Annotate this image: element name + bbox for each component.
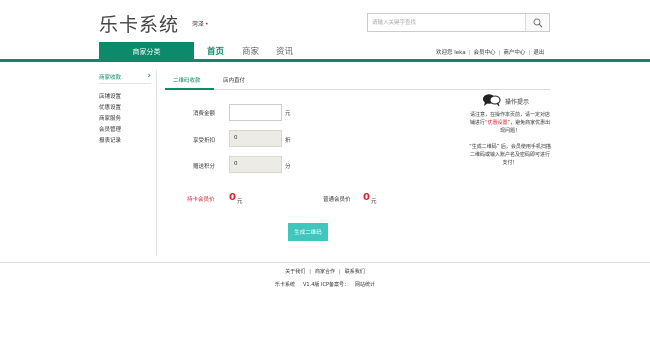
footer-stats-link[interactable]: 网站统计 <box>355 282 375 288</box>
footer-divider <box>0 262 650 263</box>
sidebar-heading[interactable]: 商家收款 › <box>99 70 151 84</box>
tips-paragraph-2: “生成二维码” 后，会员使用手机扫描二维码或输入账户名及密码即可进行支付！ <box>469 144 551 166</box>
discount-label: 享受折扣 <box>193 138 216 144</box>
card-member-price-value: 0 <box>229 192 236 203</box>
nav-divider <box>0 59 650 62</box>
footer-separator: | <box>309 269 311 275</box>
search-button[interactable] <box>525 14 549 31</box>
search-icon <box>533 18 542 27</box>
nav-news[interactable]: 资讯 <box>276 45 293 57</box>
city-selector[interactable]: 菏泽• <box>192 19 209 28</box>
amount-input[interactable] <box>229 104 282 121</box>
tips-title: 操作提示 <box>505 99 530 106</box>
points-unit: 分 <box>285 164 291 170</box>
amount-unit: 元 <box>285 111 291 117</box>
city-marker: • <box>205 21 209 28</box>
normal-member-price-label: 普通会员价 <box>323 197 351 203</box>
footer-info: 乐卡系统 V1.4版 ICP备案号： 网站统计 <box>0 281 650 288</box>
site-logo[interactable]: 乐卡系统 <box>99 10 179 37</box>
user-links: 欢迎您 leka | 会员中心 | 商户中心 | 退出 <box>436 48 544 56</box>
footer-link-about[interactable]: 关于我们 <box>285 269 305 275</box>
normal-member-price-value: 0 <box>363 192 370 203</box>
generate-qrcode-button[interactable]: 生成二维码 <box>288 223 328 241</box>
member-center-link[interactable]: 会员中心 <box>473 50 495 56</box>
active-tab-indicator <box>165 88 214 90</box>
merchant-center-link[interactable]: 商户中心 <box>503 50 525 56</box>
points-field: 0 <box>229 156 282 173</box>
search-input[interactable] <box>368 14 526 31</box>
search-box <box>367 13 550 32</box>
footer-brand: 乐卡系统 <box>275 282 296 288</box>
sidebar-item-store-settings[interactable]: 店铺设置 <box>99 92 156 103</box>
nav-home[interactable]: 首页 <box>207 45 224 57</box>
discount-unit: 折 <box>285 138 291 144</box>
points-label: 赠送积分 <box>193 164 216 170</box>
footer-link-cooperation[interactable]: 商家合作 <box>315 269 335 275</box>
footer-version: V1.4版 ICP备案号： <box>303 282 349 288</box>
normal-member-price-unit: 元 <box>371 199 377 205</box>
sidebar-item-member-management[interactable]: 会员管理 <box>99 125 156 136</box>
sidebar-item-merchant-services[interactable]: 商家服务 <box>99 114 156 125</box>
tab-bar: 二维码收款 店内直付 <box>165 72 550 90</box>
sidebar-heading-label: 商家收款 <box>99 74 122 81</box>
sidebar-item-discount-settings[interactable]: 优惠设置 <box>99 103 156 114</box>
card-member-price-unit: 元 <box>237 199 243 205</box>
divider: | <box>468 50 471 56</box>
logout-link[interactable]: 退出 <box>533 50 544 56</box>
divider: | <box>528 50 531 56</box>
footer-separator: | <box>339 269 341 275</box>
tab-qrcode-payment[interactable]: 二维码收款 <box>173 76 201 84</box>
tips-paragraph-1: 请注意，在操作本页前，请一定对店铺进行“优惠设置”，避免商家优惠出现问题！ <box>469 111 551 135</box>
divider: | <box>498 50 501 56</box>
welcome-text[interactable]: 欢迎您 leka <box>436 50 466 56</box>
chat-bubbles-icon <box>483 94 501 107</box>
card-member-price-label: 持卡会员价 <box>187 197 215 203</box>
sidebar-item-reports[interactable]: 报表记录 <box>99 136 156 147</box>
city-name: 菏泽 <box>192 21 205 28</box>
sidebar: 商家收款 › 店铺设置 优惠设置 商家服务 会员管理 报表记录 <box>99 70 157 256</box>
footer-link-contact[interactable]: 联系我们 <box>345 269 365 275</box>
tips-highlight: “优惠设置” <box>484 120 511 126</box>
amount-label: 消费金额 <box>193 111 216 117</box>
nav-merchants[interactable]: 商家 <box>242 45 259 57</box>
tab-in-store-pay[interactable]: 店内直付 <box>223 76 245 84</box>
footer-links: 关于我们 | 商家合作 | 联系我们 <box>0 268 650 275</box>
chevron-right-icon: › <box>147 71 151 81</box>
discount-field: 0 <box>229 130 282 147</box>
